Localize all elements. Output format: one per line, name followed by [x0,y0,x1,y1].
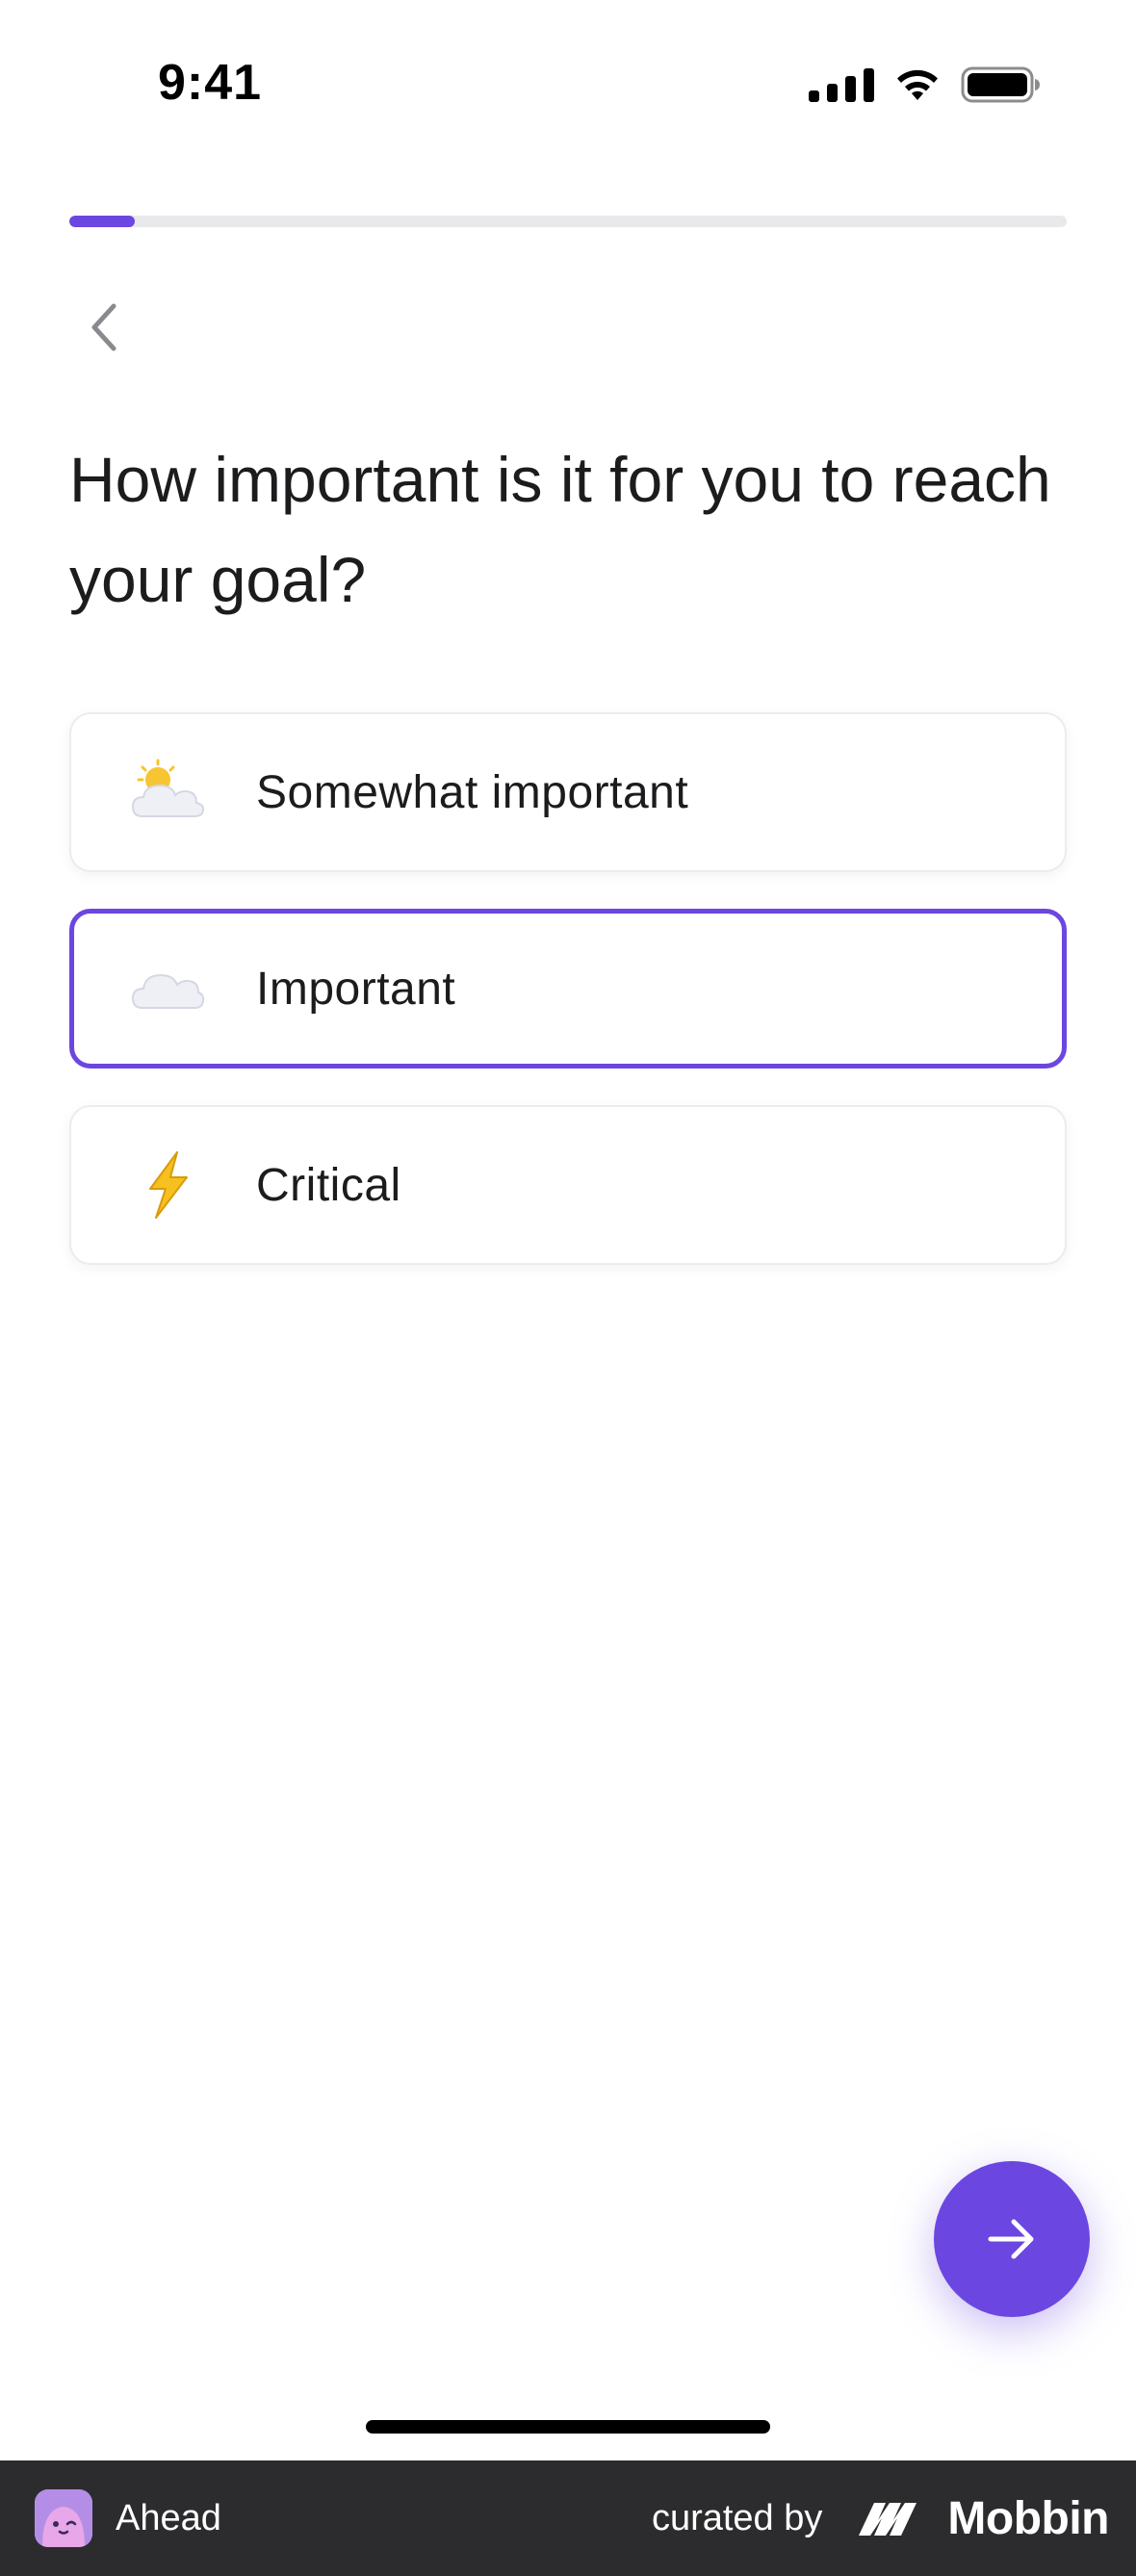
sun-behind-cloud-icon [119,754,216,831]
footer-bar: Ahead curated by Mobbin [0,2460,1136,2576]
option-label: Somewhat important [256,766,689,818]
status-time: 9:41 [158,55,263,111]
chevron-left-icon [91,303,116,351]
cellular-signal-icon [809,67,874,102]
status-icons [809,64,1042,106]
mobbin-mark-icon [859,2503,917,2536]
footer-app: Ahead [35,2489,221,2547]
option-somewhat-important[interactable]: Somewhat important [69,712,1067,872]
option-important[interactable]: Important [69,909,1067,1069]
option-label: Important [256,963,456,1015]
status-bar: 9:41 [0,0,1136,169]
app-logo-icon [35,2489,92,2547]
cloud-icon [119,950,216,1027]
mobbin-wordmark: Mobbin [947,2492,1109,2544]
curated-by-label: curated by [651,2497,823,2538]
next-button[interactable] [934,2161,1090,2317]
mobbin-logo: Mobbin [857,2492,1109,2545]
progress-fill [69,216,136,227]
home-indicator [366,2420,770,2434]
screen: 9:41 How important is it for you to reac… [0,0,1136,2576]
battery-icon [961,65,1042,104]
back-button[interactable] [69,289,139,366]
arrow-right-icon [988,2219,1034,2259]
question-title: How important is it for you to reach you… [69,444,1051,615]
lightning-icon [119,1146,216,1224]
option-label: Critical [256,1159,401,1211]
option-critical[interactable]: Critical [69,1105,1067,1265]
footer-credit: curated by Mobbin [651,2492,1110,2545]
app-name: Ahead [116,2497,221,2538]
wifi-icon [893,67,942,102]
progress-bar [69,216,1067,227]
